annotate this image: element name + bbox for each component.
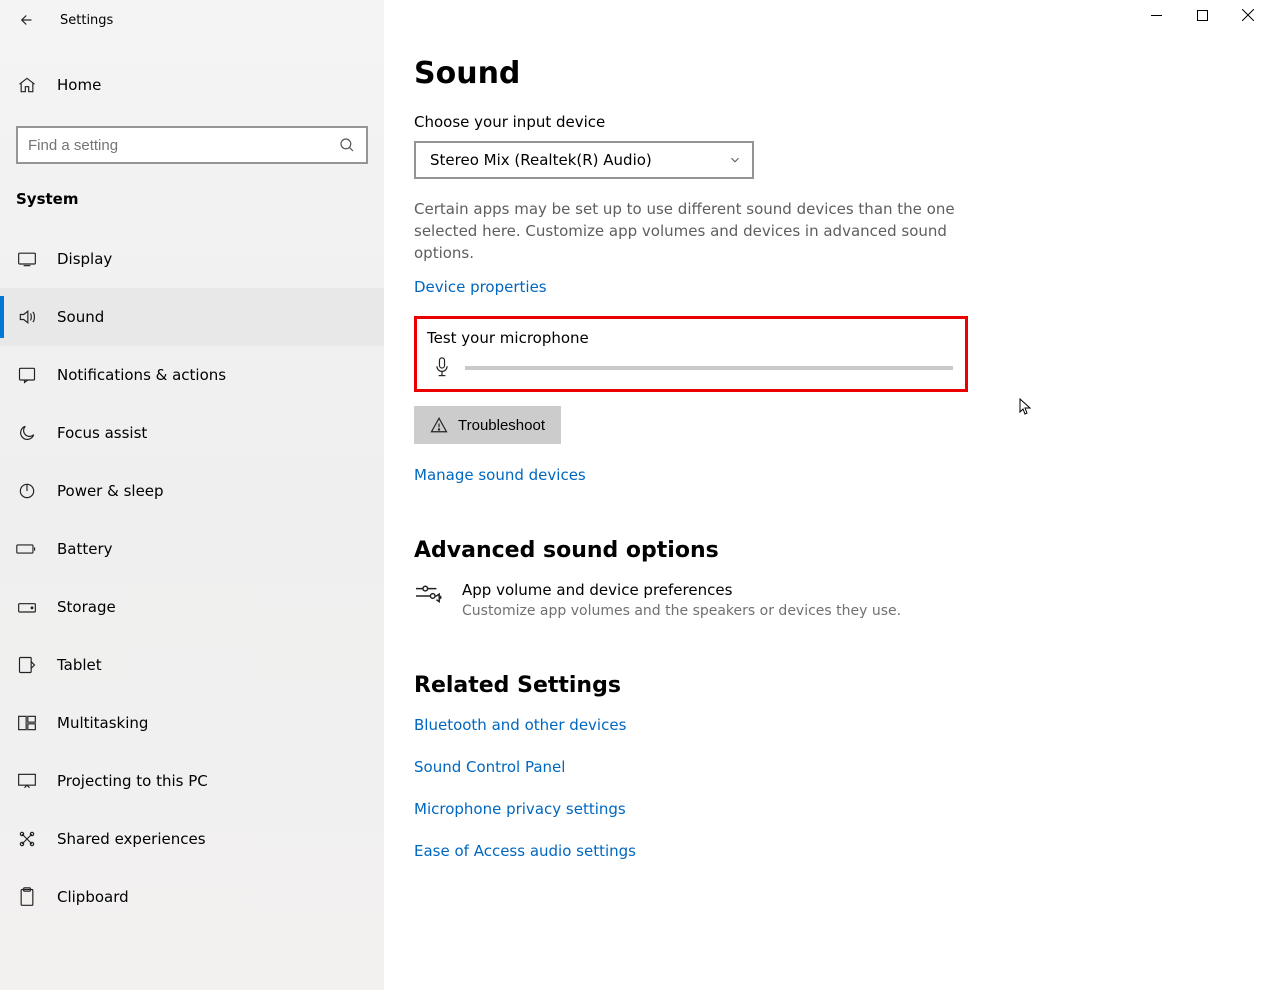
shared-icon (16, 829, 37, 849)
sidebar-item-shared-experiences[interactable]: Shared experiences (0, 810, 384, 868)
related-settings-title: Related Settings (414, 673, 1231, 698)
minimize-icon (1151, 10, 1162, 21)
sound-icon (16, 307, 37, 327)
sidebar-item-label: Sound (57, 308, 104, 326)
sidebar-section-label: System (0, 164, 384, 208)
main-content: Sound Choose your input device Stereo Mi… (384, 0, 1271, 990)
app-volume-desc: Customize app volumes and the speakers o… (462, 603, 901, 619)
close-icon (1242, 9, 1254, 21)
sidebar-item-label: Display (57, 250, 112, 268)
sidebar: Settings Home System Display Sound (0, 0, 384, 990)
tablet-icon (16, 655, 37, 675)
mic-level-bar (465, 366, 953, 370)
sidebar-item-projecting[interactable]: Projecting to this PC (0, 752, 384, 810)
sidebar-item-label: Clipboard (57, 888, 129, 906)
sidebar-item-label: Shared experiences (57, 830, 206, 848)
troubleshoot-button[interactable]: Troubleshoot (414, 406, 561, 444)
clipboard-icon (16, 887, 37, 907)
advanced-sound-title: Advanced sound options (414, 538, 1231, 563)
search-input[interactable] (28, 137, 338, 154)
related-link-bluetooth[interactable]: Bluetooth and other devices (414, 716, 1231, 734)
sidebar-item-tablet[interactable]: Tablet (0, 636, 384, 694)
back-arrow-icon (15, 11, 33, 29)
sidebar-item-label: Tablet (57, 656, 102, 674)
battery-icon (16, 542, 37, 556)
home-icon (16, 75, 37, 95)
related-link-sound-control-panel[interactable]: Sound Control Panel (414, 758, 1231, 776)
sidebar-item-storage[interactable]: Storage (0, 578, 384, 636)
troubleshoot-label: Troubleshoot (458, 417, 545, 434)
moon-icon (16, 423, 37, 443)
minimize-button[interactable] (1133, 0, 1179, 30)
back-button[interactable] (12, 8, 36, 32)
sidebar-item-label: Multitasking (57, 714, 148, 732)
warning-icon (430, 416, 448, 434)
sidebar-item-label: Notifications & actions (57, 366, 226, 384)
sidebar-item-display[interactable]: Display (0, 230, 384, 288)
input-help-text: Certain apps may be set up to use differ… (414, 199, 974, 264)
sliders-icon (414, 583, 444, 609)
sidebar-item-power-sleep[interactable]: Power & sleep (0, 462, 384, 520)
projecting-icon (16, 772, 37, 790)
app-volume-title: App volume and device preferences (462, 581, 901, 599)
maximize-button[interactable] (1179, 0, 1225, 30)
sidebar-item-sound[interactable]: Sound (0, 288, 384, 346)
sidebar-item-label: Focus assist (57, 424, 147, 442)
sidebar-item-label: Storage (57, 598, 116, 616)
maximize-icon (1197, 10, 1208, 21)
microphone-icon (433, 357, 451, 379)
manage-sound-devices-link[interactable]: Manage sound devices (414, 466, 586, 484)
input-device-label: Choose your input device (414, 113, 1231, 131)
input-device-selected: Stereo Mix (Realtek(R) Audio) (430, 151, 652, 169)
sidebar-item-label: Battery (57, 540, 113, 558)
sidebar-item-notifications[interactable]: Notifications & actions (0, 346, 384, 404)
sidebar-item-clipboard[interactable]: Clipboard (0, 868, 384, 926)
search-icon (338, 136, 356, 154)
display-icon (16, 251, 37, 267)
power-icon (16, 481, 37, 501)
storage-icon (16, 599, 37, 615)
page-title: Sound (414, 56, 1231, 91)
sidebar-item-label: Projecting to this PC (57, 772, 208, 790)
device-properties-link[interactable]: Device properties (414, 278, 547, 296)
home-label: Home (57, 76, 101, 94)
related-link-ease-of-access[interactable]: Ease of Access audio settings (414, 842, 1231, 860)
sidebar-item-focus-assist[interactable]: Focus assist (0, 404, 384, 462)
multitasking-icon (16, 713, 37, 733)
input-device-dropdown[interactable]: Stereo Mix (Realtek(R) Audio) (414, 141, 754, 179)
notifications-icon (16, 365, 37, 385)
sidebar-item-multitasking[interactable]: Multitasking (0, 694, 384, 752)
titlebar-controls (1133, 0, 1271, 30)
test-microphone-highlight: Test your microphone (414, 316, 968, 392)
top-bar: Settings (0, 0, 384, 40)
chevron-down-icon (728, 153, 742, 167)
close-button[interactable] (1225, 0, 1271, 30)
app-title: Settings (60, 13, 113, 28)
sidebar-item-battery[interactable]: Battery (0, 520, 384, 578)
app-volume-preferences[interactable]: App volume and device preferences Custom… (414, 581, 974, 619)
mic-level-row (427, 357, 953, 379)
test-microphone-label: Test your microphone (427, 329, 953, 347)
sidebar-item-label: Power & sleep (57, 482, 164, 500)
sidebar-nav: Display Sound Notifications & actions Fo… (0, 230, 384, 926)
related-links: Bluetooth and other devices Sound Contro… (414, 716, 1231, 860)
search-box[interactable] (16, 126, 368, 164)
related-link-microphone-privacy[interactable]: Microphone privacy settings (414, 800, 1231, 818)
sidebar-home[interactable]: Home (0, 58, 384, 112)
